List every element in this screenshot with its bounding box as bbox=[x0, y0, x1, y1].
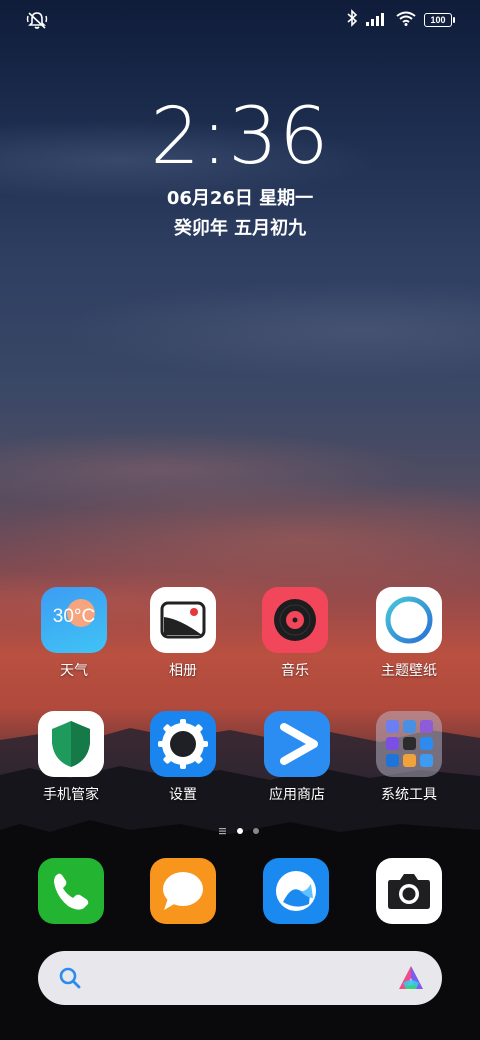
app-themes[interactable]: 主题壁纸 bbox=[354, 587, 464, 680]
app-music[interactable]: 音乐 bbox=[240, 587, 350, 680]
app-store-icon bbox=[264, 711, 330, 777]
app-label: 手机管家 bbox=[43, 787, 99, 803]
wifi-icon bbox=[396, 11, 416, 30]
camera-icon bbox=[376, 858, 442, 924]
search-icon bbox=[58, 966, 82, 994]
search-bar[interactable] bbox=[38, 951, 442, 1005]
assistant-logo-icon[interactable] bbox=[396, 963, 426, 997]
app-security[interactable]: 手机管家 bbox=[16, 711, 126, 804]
app-label: 天气 bbox=[60, 663, 88, 679]
app-store[interactable]: 应用商店 bbox=[242, 711, 352, 804]
signal-icon bbox=[366, 11, 388, 30]
page-indicator[interactable] bbox=[0, 826, 480, 836]
dock-browser[interactable] bbox=[241, 858, 351, 924]
status-bar: 100 bbox=[0, 0, 480, 40]
music-icon bbox=[262, 587, 328, 653]
muted-bell-icon bbox=[26, 10, 48, 30]
clock-time[interactable]: 2:36 bbox=[0, 92, 480, 182]
folder-system-tools[interactable]: 系统工具 bbox=[354, 711, 464, 804]
menu-lines-icon bbox=[219, 828, 226, 835]
app-label: 音乐 bbox=[281, 663, 309, 679]
phone-icon bbox=[38, 858, 104, 924]
dock-phone[interactable] bbox=[16, 858, 126, 924]
app-label: 主题壁纸 bbox=[381, 663, 437, 679]
app-label: 系统工具 bbox=[381, 787, 437, 803]
weather-temp: 30°C bbox=[52, 606, 96, 627]
page-dot-active bbox=[237, 828, 243, 834]
app-label: 设置 bbox=[169, 787, 197, 803]
folder-icon bbox=[376, 711, 442, 777]
app-gallery[interactable]: 相册 bbox=[128, 587, 238, 680]
dock-camera[interactable] bbox=[354, 858, 464, 924]
app-label: 相册 bbox=[169, 663, 197, 679]
clock-date: 06月26日 星期一 bbox=[166, 188, 314, 209]
app-weather[interactable]: 30°C 天气 bbox=[19, 587, 129, 680]
settings-icon bbox=[150, 711, 216, 777]
themes-icon bbox=[376, 587, 442, 653]
app-label: 应用商店 bbox=[269, 787, 325, 803]
weather-icon: 30°C bbox=[41, 587, 107, 653]
gallery-icon bbox=[150, 587, 216, 653]
page-dot bbox=[253, 828, 259, 834]
messages-icon bbox=[150, 858, 216, 924]
browser-icon bbox=[263, 858, 329, 924]
battery-icon: 100 bbox=[424, 13, 455, 27]
app-settings[interactable]: 设置 bbox=[128, 711, 238, 804]
dock-messages[interactable] bbox=[128, 858, 238, 924]
bluetooth-icon bbox=[346, 9, 358, 31]
security-icon bbox=[38, 711, 104, 777]
lunar-date: 癸卯年 五月初九 bbox=[173, 218, 307, 239]
